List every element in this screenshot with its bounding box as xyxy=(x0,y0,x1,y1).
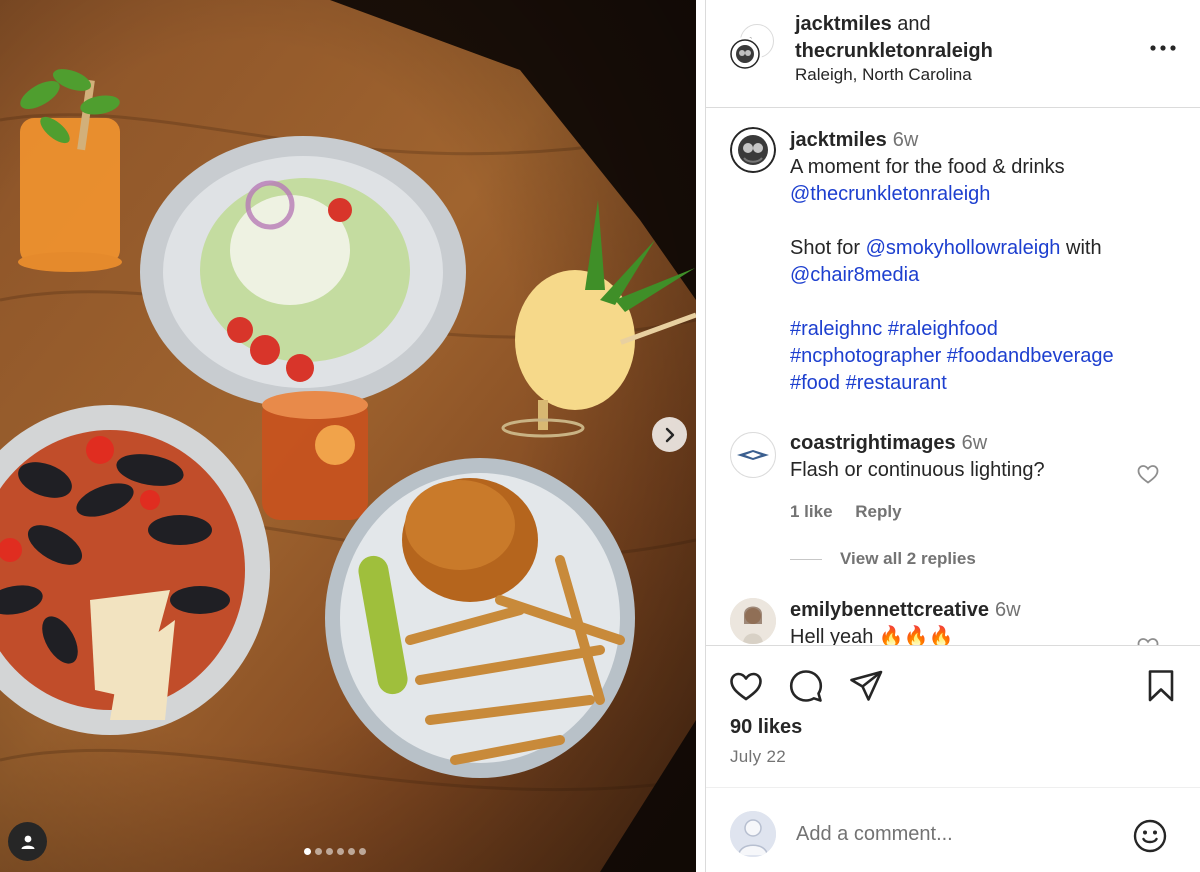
hashtag-links[interactable]: #food #restaurant xyxy=(790,370,1180,397)
post-media[interactable] xyxy=(0,0,696,872)
author-username[interactable]: jacktmiles xyxy=(795,13,892,35)
paper-plane-icon xyxy=(850,670,883,701)
comment-like-button[interactable] xyxy=(1136,635,1160,645)
hashtag-links[interactable]: #ncphotographer #foodandbeverage xyxy=(790,343,1180,370)
more-horizontal-icon xyxy=(1150,45,1176,51)
likes-count[interactable]: 90 likes xyxy=(730,716,802,739)
heart-icon xyxy=(1137,638,1159,645)
current-user-avatar xyxy=(730,811,776,857)
caption: jacktmiles 6w A moment for the food & dri… xyxy=(730,127,1190,407)
person-icon xyxy=(21,835,34,849)
bookmark-icon xyxy=(1148,670,1174,702)
comment-text: Flash or continuous lighting? xyxy=(790,459,1045,481)
view-replies-label: View all 2 replies xyxy=(840,549,976,568)
caption-time[interactable]: 6w xyxy=(893,129,919,151)
hashtag-links[interactable]: #raleighnc #raleighfood xyxy=(790,316,1180,343)
comment-item: coastrightimages 6w Flash or continuous l… xyxy=(730,429,1190,539)
comment-time[interactable]: 6w xyxy=(995,599,1021,621)
carousel-dot xyxy=(348,848,355,855)
comment-input[interactable] xyxy=(796,818,1116,850)
share-button[interactable] xyxy=(848,668,884,704)
post-actions: 90 likes July 22 xyxy=(706,645,1200,787)
comment-time[interactable]: 6w xyxy=(962,432,988,454)
reply-button[interactable]: Reply xyxy=(855,502,901,521)
mention-link[interactable]: @smokyhollowraleigh xyxy=(866,237,1061,259)
emoji-button[interactable] xyxy=(1132,818,1168,854)
collaborator-username[interactable]: thecrunkletonraleigh xyxy=(795,38,993,65)
commenter-avatar[interactable] xyxy=(730,432,776,478)
post-panel: C jacktmiles and thecrunkletonraleigh Ra… xyxy=(705,0,1200,872)
heart-icon xyxy=(1137,465,1159,484)
comment-text: Hell yeah 🔥🔥🔥 xyxy=(790,626,954,645)
location-link[interactable]: Raleigh, North Carolina xyxy=(795,65,972,85)
comments-list[interactable]: jacktmiles 6w A moment for the food & dri… xyxy=(706,109,1200,645)
carousel-indicators xyxy=(304,848,366,855)
post-header: C jacktmiles and thecrunkletonraleigh Ra… xyxy=(706,0,1200,108)
header-usernames: jacktmiles and thecrunkletonraleigh xyxy=(795,11,993,65)
author-avatar[interactable] xyxy=(728,37,762,71)
comment-item: emilybennettcreative 6w Hell yeah 🔥🔥🔥 xyxy=(730,597,1190,645)
comment-username[interactable]: emilybennettcreative xyxy=(790,599,989,621)
comment-username[interactable]: coastrightimages xyxy=(790,432,956,454)
tagged-users-button[interactable] xyxy=(8,822,47,861)
commenter-avatar[interactable] xyxy=(730,598,776,644)
carousel-dot xyxy=(359,848,366,855)
post-date[interactable]: July 22 xyxy=(730,747,786,767)
mention-link[interactable]: @thecrunkletonraleigh xyxy=(790,181,1180,208)
caption-text-fragment: Shot for xyxy=(790,237,861,259)
carousel-dot xyxy=(304,848,311,855)
comment-meta: 1 like Reply xyxy=(790,502,920,522)
comment-body: emilybennettcreative 6w Hell yeah 🔥🔥🔥 xyxy=(790,597,1180,645)
carousel-dot xyxy=(326,848,333,855)
comment-like-button[interactable] xyxy=(1136,462,1160,486)
caption-author-avatar[interactable] xyxy=(730,127,776,173)
view-replies-button[interactable]: View all 2 replies xyxy=(790,549,976,569)
carousel-dot xyxy=(315,848,322,855)
add-comment-bar xyxy=(706,787,1200,872)
replies-divider xyxy=(790,558,822,560)
comment-button[interactable] xyxy=(788,668,824,704)
comment-likes-count[interactable]: 1 like xyxy=(790,502,833,521)
collab-avatars[interactable]: C xyxy=(728,24,780,76)
smiley-icon xyxy=(1133,819,1167,853)
heart-icon xyxy=(730,672,762,701)
save-button[interactable] xyxy=(1143,668,1179,704)
more-options-button[interactable] xyxy=(1148,36,1178,60)
comment-body: coastrightimages 6w Flash or continuous l… xyxy=(790,430,1180,484)
next-slide-button[interactable] xyxy=(652,417,687,452)
mention-link[interactable]: @chair8media xyxy=(790,262,1180,289)
caption-text-fragment: with xyxy=(1066,237,1102,259)
comment-icon xyxy=(789,670,823,702)
carousel-dot xyxy=(337,848,344,855)
conjunction-text: and xyxy=(897,13,931,35)
caption-line: A moment for the food & drinks xyxy=(790,156,1065,178)
like-button[interactable] xyxy=(728,668,764,704)
chevron-right-icon xyxy=(665,427,674,442)
caption-username[interactable]: jacktmiles xyxy=(790,129,887,151)
caption-text: jacktmiles 6w A moment for the food & dri… xyxy=(790,127,1180,397)
food-photo xyxy=(0,0,696,872)
